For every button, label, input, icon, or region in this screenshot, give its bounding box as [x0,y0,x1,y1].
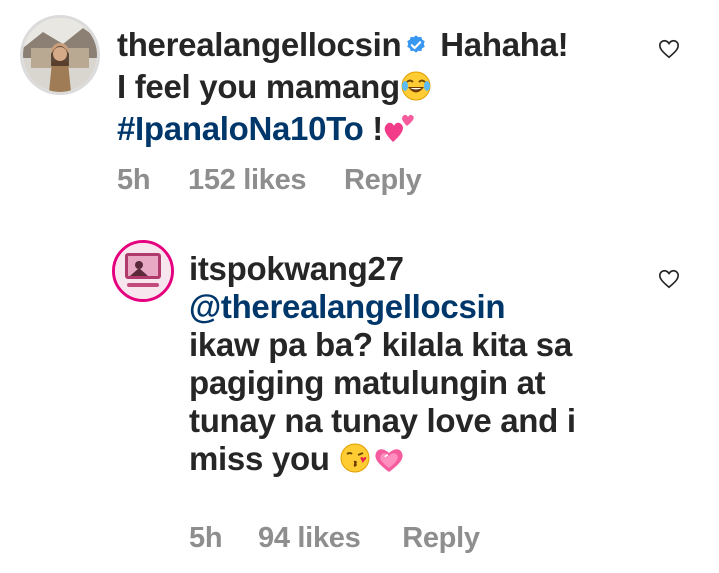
comment-1-line2: I feel you mamang [117,68,677,110]
comment-1-body: therealangellocsin Hahaha! I feel you ma… [117,26,677,152]
comment-2-last-text: miss you [189,440,330,477]
like-heart-icon[interactable] [658,268,680,290]
comment-1-reply-button[interactable]: Reply [344,164,422,197]
face-blowing-a-kiss-emoji-icon [339,442,371,482]
comment-1-suffix: ! [363,110,383,148]
comment-1: therealangellocsin Hahaha! I feel you ma… [0,0,719,220]
comment-1-text-line2: I feel you mamang [117,68,400,106]
comment-2-line-4: miss you [189,440,689,482]
comment-1-line3: #IpanaloNa10To ! [117,110,677,152]
comment-1-time: 5h [117,164,151,196]
comment-2-meta: 5h 94 likes Reply [189,522,480,555]
avatar-itspokwang27[interactable] [112,240,174,302]
comment-1-text-start: Hahaha! [440,26,569,63]
tears-of-joy-emoji-icon [400,70,432,110]
comment-2-username[interactable]: itspokwang27 [189,250,689,288]
verified-badge-icon [405,26,427,64]
like-heart-icon[interactable] [658,38,680,60]
comment-2-time: 5h [189,522,223,554]
comment-2-reply-button[interactable]: Reply [402,522,480,555]
hashtag-link[interactable]: #IpanaloNa10To [117,110,364,147]
comment-2: itspokwang27 @therealangellocsin ikaw pa… [0,230,719,573]
comment-2-likes[interactable]: 94 likes [258,522,361,555]
two-hearts-emoji-icon [383,112,417,152]
comment-1-line1: therealangellocsin Hahaha! [117,26,677,68]
avatar-photo [23,18,97,92]
sparkling-heart-emoji-icon [371,442,407,482]
comment-1-likes[interactable]: 152 likes [188,164,307,197]
comment-2-line-2: pagiging matulungin at [189,364,546,401]
comment-1-meta: 5h 152 likes Reply [117,164,422,197]
comment-1-username[interactable]: therealangellocsin [117,26,402,63]
comment-2-line-1: ikaw pa ba? kilala kita sa [189,326,572,363]
avatar-therealangellocsin[interactable] [20,15,100,95]
avatar-photo [115,243,171,299]
mention-link[interactable]: @therealangellocsin [189,288,689,326]
comment-2-line-3: tunay na tunay love and i [189,402,576,439]
comment-2-body: itspokwang27 @therealangellocsin ikaw pa… [189,250,689,482]
